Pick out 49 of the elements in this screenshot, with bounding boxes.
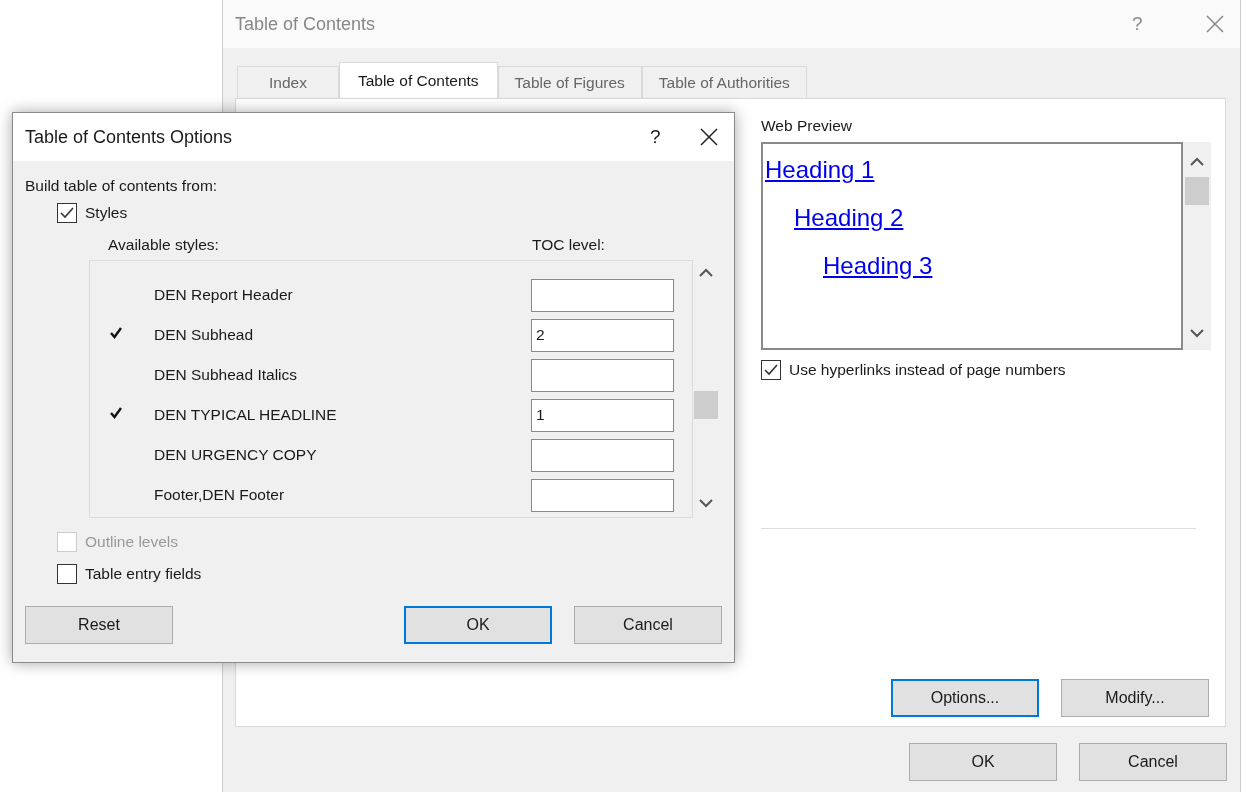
style-name: Footer,DEN Footer — [154, 486, 286, 504]
preview-heading-link[interactable]: Heading 3 — [823, 252, 933, 280]
toc-level-field[interactable] — [531, 478, 674, 512]
help-icon[interactable]: ? — [650, 126, 700, 148]
checkbox[interactable] — [57, 203, 77, 223]
style-name: DEN Subhead Italics — [154, 366, 299, 384]
dialog-button[interactable]: Cancel — [1079, 743, 1227, 781]
preview-heading-link[interactable]: Heading 2 — [794, 204, 904, 232]
checkbox-label: Styles — [85, 204, 128, 222]
window-title: Table of Contents — [235, 13, 377, 35]
checkbox[interactable] — [761, 360, 781, 380]
checkbox[interactable] — [57, 564, 77, 584]
scroll-thumb[interactable] — [694, 391, 718, 419]
dialog-title: Table of Contents Options — [25, 126, 234, 148]
dialog-button[interactable]: Options... — [891, 679, 1039, 717]
scroll-down-icon[interactable] — [1190, 329, 1204, 338]
style-name: DEN Subhead — [154, 326, 255, 344]
dialog-button[interactable]: OK — [404, 606, 552, 644]
toc-level-field[interactable] — [531, 438, 674, 472]
dialog-button[interactable]: Modify... — [1061, 679, 1209, 717]
section-label: Build table of contents from: — [25, 177, 219, 195]
scroll-up-icon[interactable] — [1190, 157, 1204, 166]
checkbox-label: Outline levels — [85, 533, 179, 551]
close-icon[interactable] — [700, 128, 718, 146]
tab[interactable]: Index — [237, 66, 339, 98]
dialog-button[interactable]: Reset — [25, 606, 173, 644]
style-name: DEN Report Header — [154, 286, 294, 304]
style-name: DEN TYPICAL HEADLINE — [154, 406, 338, 424]
toc-level-field[interactable]: 1 — [531, 398, 674, 432]
dialog-button[interactable]: OK — [909, 743, 1057, 781]
style-name: DEN URGENCY COPY — [154, 446, 318, 464]
dialog-button[interactable]: Cancel — [574, 606, 722, 644]
scroll-up-icon[interactable] — [699, 268, 713, 277]
checkbox-label: Table entry fields — [85, 565, 202, 583]
scroll-thumb[interactable] — [1185, 177, 1209, 205]
preview-label: Web Preview — [761, 117, 854, 136]
scroll-down-icon[interactable] — [699, 499, 713, 508]
checkbox-label: Use hyperlinks instead of page numbers — [789, 361, 1066, 379]
preview-heading-link[interactable]: Heading 1 — [765, 156, 875, 184]
toc-level-field[interactable]: 2 — [531, 318, 674, 352]
tab[interactable]: Table of Authorities — [641, 66, 807, 98]
tab[interactable]: Table of Figures — [497, 66, 642, 98]
toc-level-field[interactable] — [531, 358, 674, 392]
tab[interactable]: Table of Contents — [338, 62, 498, 98]
toc-level-field[interactable] — [531, 278, 674, 312]
column-header: Available styles: — [108, 236, 220, 255]
scrollbar[interactable] — [1183, 142, 1211, 350]
column-header: TOC level: — [532, 236, 606, 255]
help-icon[interactable]: ? — [1132, 13, 1182, 35]
